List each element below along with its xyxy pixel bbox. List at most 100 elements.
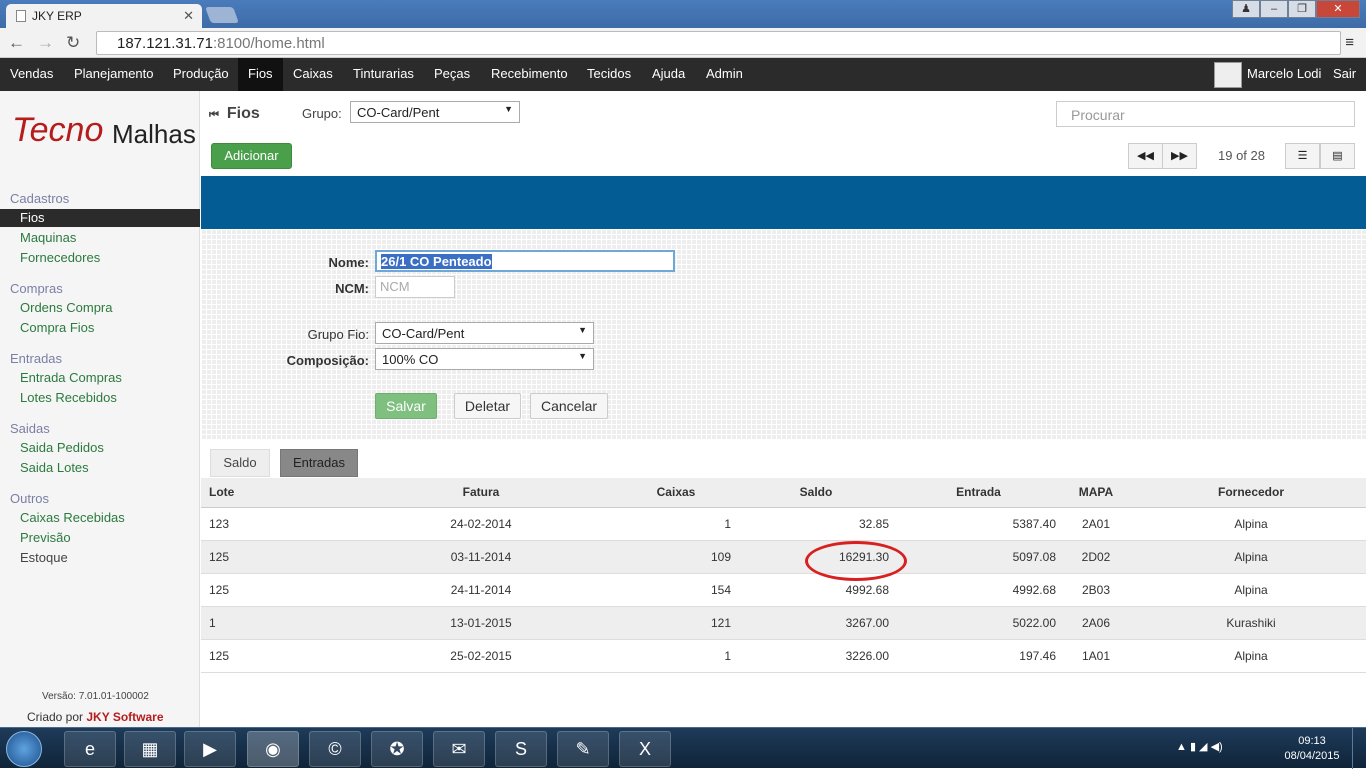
excel-icon[interactable]: X (619, 731, 671, 767)
app-icon[interactable]: © (309, 731, 361, 767)
version-text: Versão: 7.01.01-100002 (42, 691, 149, 702)
sidebar-item-lotes-recebidos[interactable]: Lotes Recebidos (0, 389, 200, 407)
address-bar-row: ← → ↻ 187.121.31.71:8100/home.html ≡ (0, 28, 1366, 58)
nav-caixas[interactable]: Caixas (293, 66, 333, 81)
pager-text: 19 of 28 (1218, 148, 1265, 163)
taskbar: e ▦ ▶ ◉ © ✪ ✉ S ✎ X ▲ ▮ ◢ ◀) 09:13 08/04/… (0, 727, 1366, 769)
tab-bar: Saldo Entradas (201, 440, 1366, 478)
sidebar-item-maquinas[interactable]: Maquinas (0, 229, 200, 247)
media-player-icon[interactable]: ▶ (184, 731, 236, 767)
tab-entradas[interactable]: Entradas (280, 449, 358, 477)
composicao-select[interactable]: 100% CO ▼ (375, 348, 594, 370)
chrome-icon[interactable]: ◉ (247, 731, 299, 767)
outlook-icon[interactable]: ✉ (433, 731, 485, 767)
blue-banner (201, 176, 1366, 229)
nav-vendas[interactable]: Vendas (10, 66, 53, 81)
menu-icon[interactable]: ≡ (1345, 34, 1354, 51)
nav-producao[interactable]: Produção (173, 66, 229, 81)
nav-admin[interactable]: Admin (706, 66, 743, 81)
group-label: Grupo: (302, 106, 342, 121)
list-view-icon[interactable]: ☰ (1285, 143, 1320, 169)
brand-link[interactable]: JKY Software (86, 710, 163, 724)
reload-icon[interactable]: ↻ (66, 33, 80, 53)
ncm-field[interactable]: NCM (375, 276, 455, 298)
paint-icon[interactable]: ✎ (557, 731, 609, 767)
chevron-down-icon: ▼ (578, 325, 587, 335)
chevron-down-icon: ▼ (578, 351, 587, 361)
explorer-icon[interactable]: ▦ (124, 731, 176, 767)
saldo-table: Lote Fatura Caixas Saldo Entrada MAPA Fo… (201, 478, 1366, 673)
grupo-fio-label: Grupo Fio: (307, 327, 369, 342)
minimize-icon[interactable]: – (1260, 0, 1288, 18)
sidebar: Tecno Malhas Cadastros Fios Maquinas For… (0, 91, 200, 727)
nav-ajuda[interactable]: Ajuda (652, 66, 685, 81)
nav-planejamento[interactable]: Planejamento (74, 66, 154, 81)
user-name[interactable]: Marcelo Lodi (1247, 66, 1321, 81)
ncm-label: NCM: (335, 281, 369, 296)
save-button[interactable]: Salvar (375, 393, 437, 419)
browser-tab[interactable]: JKY ERP ✕ (6, 4, 202, 28)
show-desktop-button[interactable] (1352, 728, 1366, 769)
game-icon[interactable]: ✪ (371, 731, 423, 767)
sidebar-item-fornecedores[interactable]: Fornecedores (0, 249, 200, 267)
main-panel: ⏮ Fios Grupo: CO-Card/Pent ▼ Procurar Adic… (201, 91, 1366, 727)
close-tab-icon[interactable]: ✕ (183, 8, 194, 24)
table-row[interactable]: 125 03-11-2014 109 16291.30 5097.08 2D02 Alpin… (201, 540, 1366, 574)
group-select[interactable]: CO-Card/Pent ▼ (350, 101, 520, 123)
sidebar-item-estoque[interactable]: Estoque (0, 549, 200, 567)
edit-form: Nome: 26/1 CO Penteado NCM: NCM Grupo Fi… (201, 229, 1366, 440)
sidebar-item-ordens-compra[interactable]: Ordens Compra (0, 299, 200, 317)
section-saidas: Saidas (10, 421, 50, 436)
table-row[interactable]: 123 24-02-2014 1 32.85 5387.40 2A01 Alpina (201, 507, 1366, 541)
sidebar-item-previsao[interactable]: Previsão (0, 529, 200, 547)
nome-field[interactable]: 26/1 CO Penteado (375, 250, 675, 272)
nav-tinturarias[interactable]: Tinturarias (353, 66, 414, 81)
sidebar-item-saida-pedidos[interactable]: Saida Pedidos (0, 439, 200, 457)
close-window-icon[interactable]: ✕ (1316, 0, 1360, 18)
sidebar-item-fios[interactable]: Fios (0, 209, 200, 227)
table-row[interactable]: 1 13-01-2015 121 3267.00 5022.00 2A06 Kurashik… (201, 606, 1366, 640)
page-icon (16, 10, 26, 22)
browser-titlebar: JKY ERP ✕ ♟ – ❐ ✕ (0, 0, 1366, 28)
logo-malhas: Malhas (112, 119, 196, 149)
credit-text: Criado por JKY Software (27, 710, 164, 724)
nav-recebimento[interactable]: Recebimento (491, 66, 568, 81)
nav-pecas[interactable]: Peças (434, 66, 470, 81)
top-nav: Vendas Planejamento Produção Fios Caixas… (0, 58, 1366, 91)
nav-tecidos[interactable]: Tecidos (587, 66, 631, 81)
nav-fios[interactable]: Fios (238, 58, 283, 91)
window-controls: ♟ – ❐ ✕ (1232, 0, 1360, 18)
tray-icons[interactable]: ▲ ▮ ◢ ◀) (1176, 740, 1223, 753)
table-row[interactable]: 125 25-02-2015 1 3226.00 197.46 1A01 Alpina (201, 639, 1366, 673)
new-tab-button[interactable] (205, 7, 239, 23)
url-input[interactable]: 187.121.31.71:8100/home.html (96, 31, 1341, 55)
collapse-icon[interactable]: ⏮ (209, 109, 219, 121)
back-icon[interactable]: ← (8, 33, 25, 53)
table-row[interactable]: 125 24-11-2014 154 4992.68 4992.68 2B03 Alpina (201, 573, 1366, 607)
next-icon[interactable]: ▶▶ (1162, 143, 1197, 169)
composicao-label: Composição: (286, 353, 369, 368)
maximize-icon[interactable]: ❐ (1288, 0, 1316, 18)
search-input[interactable]: Procurar (1056, 101, 1355, 127)
prev-icon[interactable]: ◀◀ (1128, 143, 1163, 169)
ie-icon[interactable]: e (64, 731, 116, 767)
sidebar-item-compra-fios[interactable]: Compra Fios (0, 319, 200, 337)
skype-icon[interactable]: S (495, 731, 547, 767)
sidebar-item-saida-lotes[interactable]: Saida Lotes (0, 459, 200, 477)
tab-saldo[interactable]: Saldo (210, 449, 270, 477)
delete-button[interactable]: Deletar (454, 393, 521, 419)
logout-link[interactable]: Sair (1333, 66, 1356, 81)
start-button[interactable] (6, 731, 42, 767)
user-icon[interactable]: ♟ (1232, 0, 1260, 18)
forward-icon[interactable]: → (37, 33, 54, 53)
nome-label: Nome: (328, 255, 369, 270)
sidebar-item-caixas-recebidas[interactable]: Caixas Recebidas (0, 509, 200, 527)
add-button[interactable]: Adicionar (211, 143, 292, 169)
sidebar-item-entrada-compras[interactable]: Entrada Compras (0, 369, 200, 387)
form-view-icon[interactable]: ▤ (1320, 143, 1355, 169)
clock[interactable]: 09:13 08/04/2015 (1282, 734, 1342, 764)
grupo-fio-select[interactable]: CO-Card/Pent ▼ (375, 322, 594, 344)
cancel-button[interactable]: Cancelar (530, 393, 608, 419)
highlight-circle (805, 541, 907, 581)
table-header: Lote Fatura Caixas Saldo Entrada MAPA Fo… (201, 478, 1366, 508)
